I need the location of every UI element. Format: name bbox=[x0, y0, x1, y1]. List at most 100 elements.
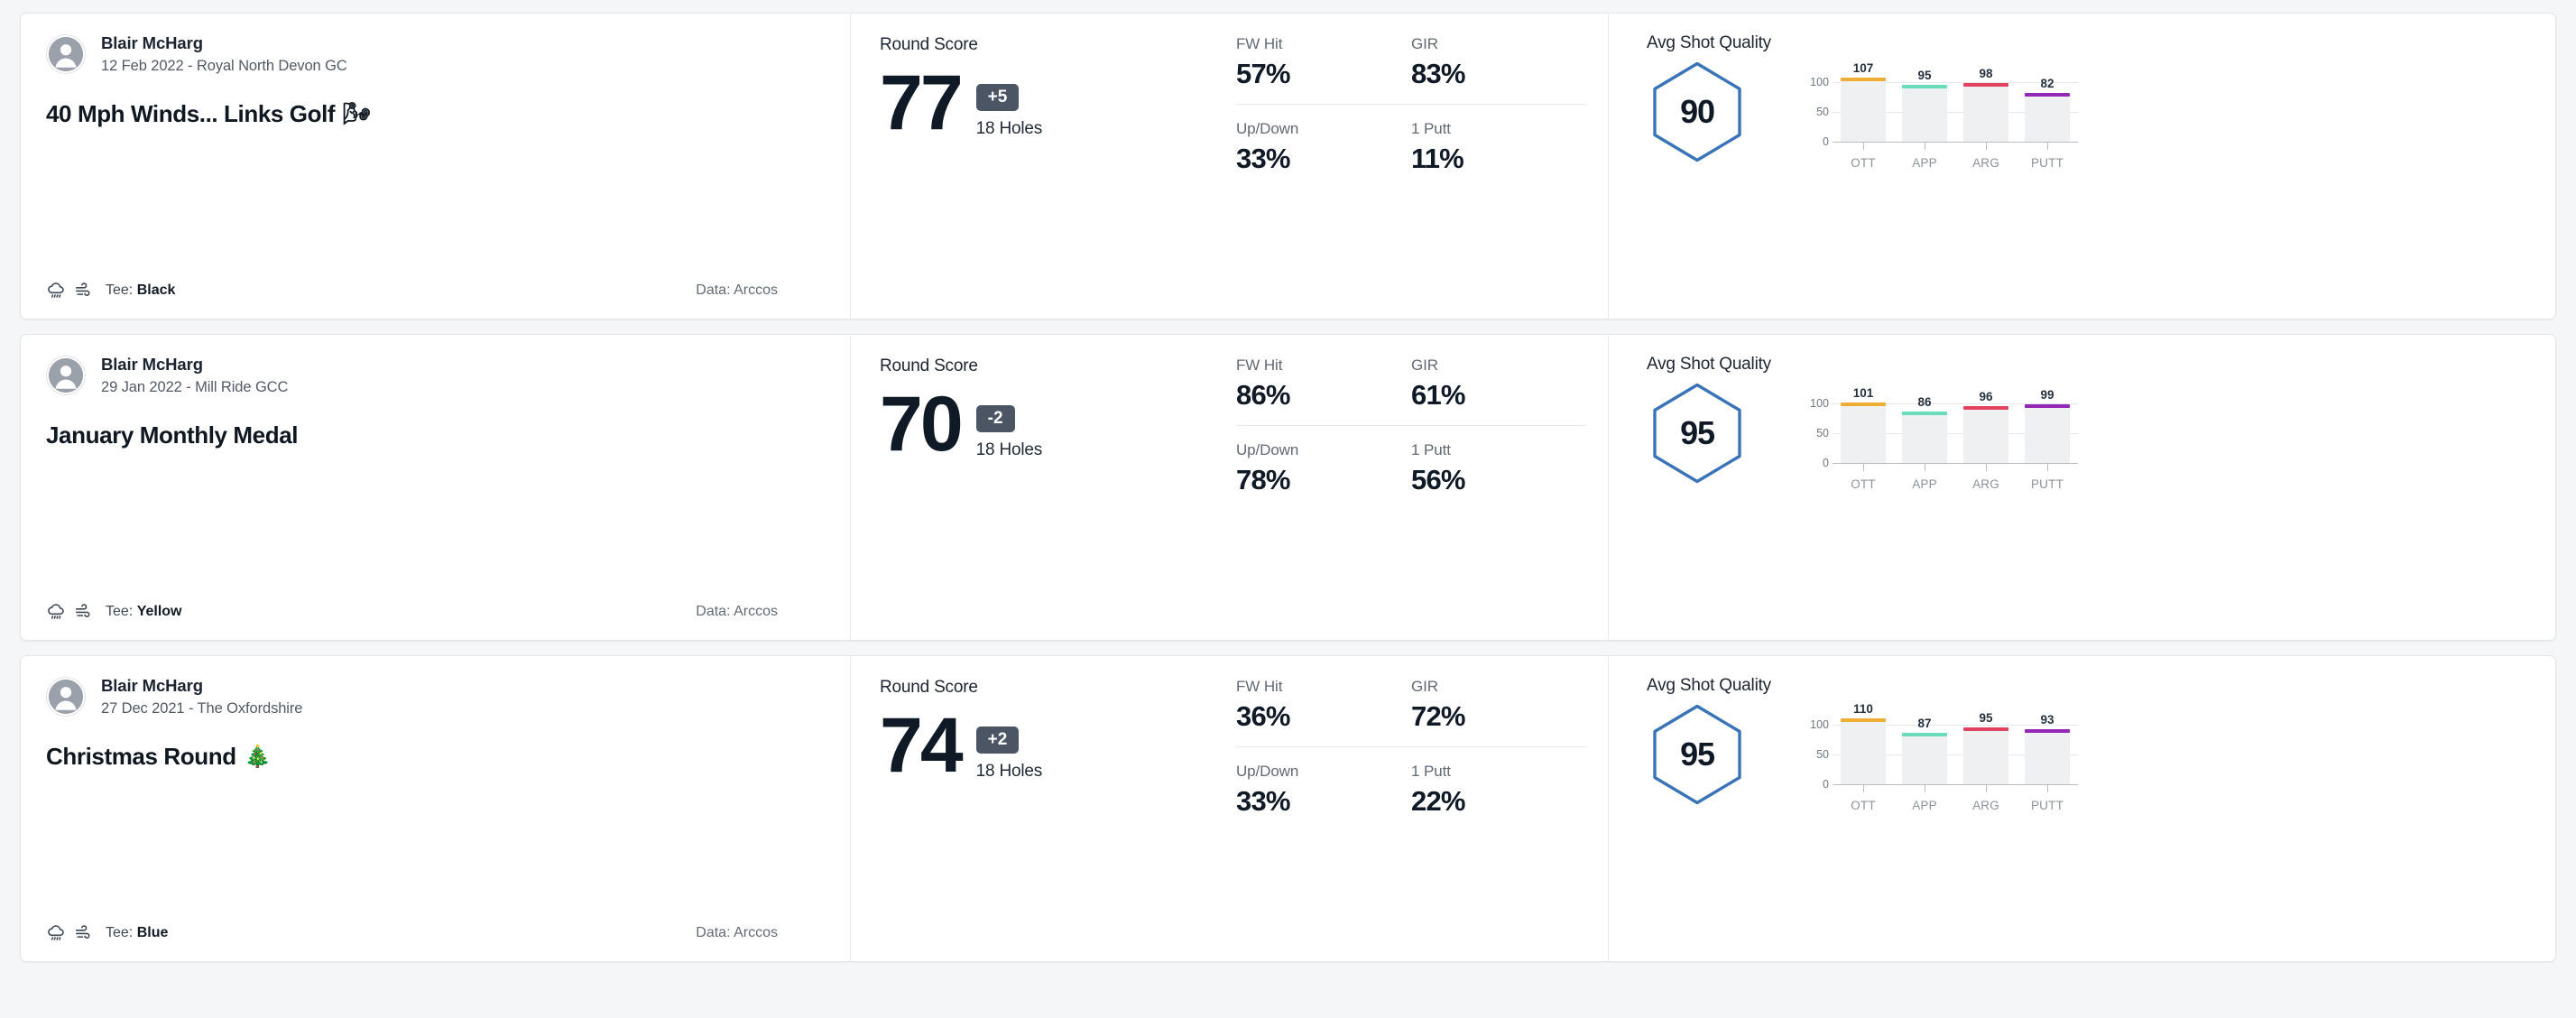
x-axis-label: OTT bbox=[1851, 156, 1876, 170]
bar-arg: 98 bbox=[1963, 67, 2008, 142]
data-source: Data: Arccos bbox=[696, 925, 778, 941]
shot-quality-hexagon-badge: 95 bbox=[1647, 380, 1748, 486]
x-axis-tick: APP bbox=[1894, 463, 1955, 491]
stat-value: 61% bbox=[1411, 379, 1465, 411]
shot-quality-section: Avg Shot Quality 90 100 50 0 107 95 98 8… bbox=[1609, 14, 2555, 319]
rain-cloud-icon bbox=[46, 281, 66, 301]
bar-cap-icon bbox=[1841, 403, 1886, 407]
wind-icon bbox=[74, 923, 94, 943]
stat-label: FW Hit bbox=[1236, 356, 1283, 374]
x-tick-mark bbox=[1862, 784, 1864, 792]
round-card[interactable]: Blair McHarg 12 Feb 2022 - Royal North D… bbox=[20, 13, 2556, 319]
x-axis-label: OTT bbox=[1851, 799, 1876, 812]
x-tick-mark bbox=[2046, 463, 2048, 471]
x-axis-label: APP bbox=[1912, 477, 1937, 491]
shot-quality-section: Avg Shot Quality 95 100 50 0 101 86 96 9… bbox=[1609, 335, 2555, 640]
x-axis-tick: PUTT bbox=[2017, 463, 2078, 491]
shot-quality-body: 95 100 50 0 101 86 96 99 OTT APP ARG PUT… bbox=[1647, 380, 2528, 499]
bar-cap-icon bbox=[1902, 85, 1947, 89]
round-footer: Tee: Black Data: Arccos bbox=[46, 281, 825, 301]
tee-prefix: Tee: bbox=[106, 925, 134, 940]
chart-x-axis: OTT APP ARG PUTT bbox=[1833, 784, 2078, 812]
avatar[interactable] bbox=[46, 677, 86, 717]
bar-putt: 82 bbox=[2025, 77, 2070, 142]
player-row[interactable]: Blair McHarg 29 Jan 2022 - Mill Ride GCC bbox=[46, 355, 825, 396]
bar-cap-icon bbox=[1841, 718, 1886, 723]
tee-color-value: Blue bbox=[136, 925, 169, 940]
bar-column: 96 bbox=[1955, 389, 2017, 463]
round-footer: Tee: Yellow Data: Arccos bbox=[46, 602, 825, 622]
tee-prefix: Tee: bbox=[106, 604, 134, 619]
data-source-value: Arccos bbox=[734, 604, 778, 619]
x-axis-label: PUTT bbox=[2030, 799, 2064, 812]
score-side: +2 18 Holes bbox=[975, 708, 1043, 782]
round-card[interactable]: Blair McHarg 27 Dec 2021 - The Oxfordshi… bbox=[20, 655, 2556, 962]
round-summary-section: Blair McHarg 27 Dec 2021 - The Oxfordshi… bbox=[21, 656, 851, 961]
bar-value-label: 101 bbox=[1852, 386, 1874, 401]
y-axis-tick: 50 bbox=[1816, 748, 1829, 761]
bar-value-label: 110 bbox=[1853, 702, 1873, 717]
x-axis-tick: PUTT bbox=[2017, 142, 2078, 170]
avatar[interactable] bbox=[46, 34, 86, 74]
x-tick-mark bbox=[1985, 463, 1987, 471]
y-axis-tick: 100 bbox=[1810, 718, 1829, 731]
x-tick-mark bbox=[1985, 784, 1987, 792]
shot-quality-value: 90 bbox=[1680, 93, 1715, 130]
y-axis-tick: 50 bbox=[1816, 106, 1829, 118]
round-card[interactable]: Blair McHarg 29 Jan 2022 - Mill Ride GCC… bbox=[20, 334, 2556, 641]
player-row[interactable]: Blair McHarg 27 Dec 2021 - The Oxfordshi… bbox=[46, 676, 825, 717]
y-axis-tick: 0 bbox=[1823, 457, 1829, 469]
conditions-icons bbox=[46, 281, 94, 301]
bar-column: 95 bbox=[1955, 710, 2017, 784]
stat-up-down: Up/Down 78% bbox=[1236, 425, 1411, 496]
round-title[interactable]: Christmas Round 🎄 bbox=[46, 743, 825, 771]
avatar[interactable] bbox=[46, 356, 86, 395]
score-block: Round Score 70 -2 18 Holes bbox=[880, 355, 1236, 622]
stat-value: 83% bbox=[1411, 58, 1465, 89]
stat-label: GIR bbox=[1411, 356, 1438, 374]
stat-value: 72% bbox=[1411, 700, 1465, 732]
round-summary-section: Blair McHarg 12 Feb 2022 - Royal North D… bbox=[21, 14, 851, 319]
x-axis-label: PUTT bbox=[2030, 477, 2064, 491]
chart-bars: 101 86 96 99 bbox=[1833, 386, 2078, 463]
bar-arg: 96 bbox=[1963, 390, 2008, 463]
round-date-course: 29 Jan 2022 - Mill Ride GCC bbox=[101, 379, 289, 395]
bar-column: 110 bbox=[1833, 702, 1894, 784]
shot-quality-value: 95 bbox=[1680, 414, 1715, 451]
x-tick-mark bbox=[1985, 142, 1987, 150]
player-row[interactable]: Blair McHarg 12 Feb 2022 - Royal North D… bbox=[46, 33, 825, 75]
conditions-icons bbox=[46, 602, 94, 622]
player-name: Blair McHarg bbox=[101, 355, 203, 374]
stat-label: Up/Down bbox=[1236, 763, 1299, 780]
bar-value-label: 95 bbox=[1979, 711, 1993, 726]
score-side: -2 18 Holes bbox=[975, 387, 1042, 460]
data-source-value: Arccos bbox=[734, 925, 778, 940]
score-block: Round Score 77 +5 18 Holes bbox=[880, 33, 1236, 301]
bar-column: 93 bbox=[2017, 710, 2078, 784]
round-title[interactable]: 40 Mph Winds... Links Golf 🌬 bbox=[46, 100, 825, 128]
x-axis-tick: PUTT bbox=[2017, 784, 2078, 812]
chart-x-axis: OTT APP ARG PUTT bbox=[1833, 463, 2078, 491]
stat-value: 78% bbox=[1236, 464, 1290, 495]
stat-one-putt: 1 Putt 11% bbox=[1411, 104, 1586, 175]
to-par-badge: -2 bbox=[975, 405, 1015, 432]
to-par-badge: +5 bbox=[975, 84, 1020, 111]
holes-played: 18 Holes bbox=[975, 762, 1043, 781]
to-par-badge: +2 bbox=[975, 726, 1020, 754]
round-title-text: 40 Mph Winds... Links Golf bbox=[46, 100, 336, 127]
rain-cloud-icon bbox=[46, 923, 66, 943]
bar-cap-icon bbox=[1841, 78, 1886, 82]
round-score-value: 77 bbox=[880, 60, 964, 146]
round-title[interactable]: January Monthly Medal bbox=[46, 421, 825, 449]
stat-label: GIR bbox=[1411, 678, 1438, 695]
rounds-feed: Blair McHarg 12 Feb 2022 - Royal North D… bbox=[0, 0, 2576, 962]
round-footer: Tee: Blue Data: Arccos bbox=[46, 923, 825, 943]
stat-value: 22% bbox=[1411, 785, 1465, 817]
shot-quality-section: Avg Shot Quality 95 100 50 0 110 87 95 9… bbox=[1609, 656, 2555, 961]
data-prefix: Data: bbox=[696, 604, 731, 619]
y-axis-tick: 0 bbox=[1823, 778, 1829, 791]
stat-fw-hit: FW Hit 36% bbox=[1236, 678, 1411, 733]
bar-value-label: 99 bbox=[2040, 387, 2054, 402]
x-axis-tick: ARG bbox=[1955, 142, 2017, 170]
avg-shot-quality-heading: Avg Shot Quality bbox=[1647, 33, 1771, 52]
